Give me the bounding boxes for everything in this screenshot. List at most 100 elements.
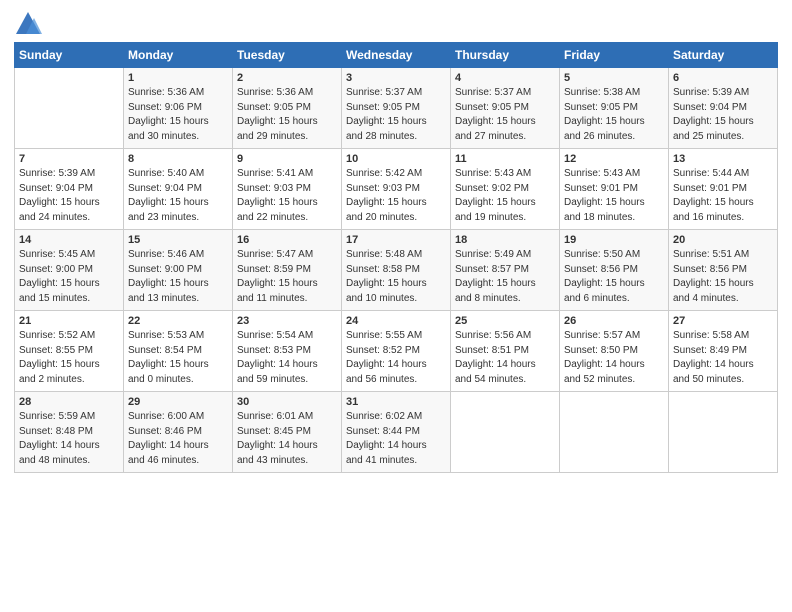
day-number: 20 [673, 234, 773, 246]
day-number: 14 [19, 234, 119, 246]
day-number: 16 [237, 234, 337, 246]
day-number: 22 [128, 315, 228, 327]
header-cell-tuesday: Tuesday [233, 43, 342, 68]
calendar-table: SundayMondayTuesdayWednesdayThursdayFrid… [14, 42, 778, 473]
day-number: 26 [564, 315, 664, 327]
day-cell [669, 392, 778, 473]
day-number: 3 [346, 72, 446, 84]
day-info: Sunrise: 5:41 AM Sunset: 9:03 PM Dayligh… [237, 167, 337, 225]
day-number: 2 [237, 72, 337, 84]
day-info: Sunrise: 5:46 AM Sunset: 9:00 PM Dayligh… [128, 248, 228, 306]
header [14, 10, 778, 38]
day-number: 19 [564, 234, 664, 246]
week-row-3: 14 Sunrise: 5:45 AM Sunset: 9:00 PM Dayli… [15, 230, 778, 311]
day-cell: 15 Sunrise: 5:46 AM Sunset: 9:00 PM Dayli… [124, 230, 233, 311]
day-info: Sunrise: 5:40 AM Sunset: 9:04 PM Dayligh… [128, 167, 228, 225]
day-info: Sunrise: 6:02 AM Sunset: 8:44 PM Dayligh… [346, 410, 446, 468]
day-info: Sunrise: 5:58 AM Sunset: 8:49 PM Dayligh… [673, 329, 773, 387]
day-cell: 19 Sunrise: 5:50 AM Sunset: 8:56 PM Dayli… [560, 230, 669, 311]
day-info: Sunrise: 5:49 AM Sunset: 8:57 PM Dayligh… [455, 248, 555, 306]
day-number: 6 [673, 72, 773, 84]
day-info: Sunrise: 5:55 AM Sunset: 8:52 PM Dayligh… [346, 329, 446, 387]
week-row-2: 7Sunrise: 5:39 AM Sunset: 9:04 PM Daylig… [15, 149, 778, 230]
day-info: Sunrise: 5:53 AM Sunset: 8:54 PM Dayligh… [128, 329, 228, 387]
week-row-5: 28Sunrise: 5:59 AM Sunset: 8:48 PM Dayli… [15, 392, 778, 473]
day-cell: 31 Sunrise: 6:02 AM Sunset: 8:44 PM Dayli… [342, 392, 451, 473]
header-row: SundayMondayTuesdayWednesdayThursdayFrid… [15, 43, 778, 68]
day-number: 29 [128, 396, 228, 408]
day-number: 1 [128, 72, 228, 84]
day-info: Sunrise: 5:37 AM Sunset: 9:05 PM Dayligh… [346, 86, 446, 144]
day-cell: 28Sunrise: 5:59 AM Sunset: 8:48 PM Dayli… [15, 392, 124, 473]
day-cell: 23 Sunrise: 5:54 AM Sunset: 8:53 PM Dayli… [233, 311, 342, 392]
day-number: 24 [346, 315, 446, 327]
day-cell: 10Sunrise: 5:42 AM Sunset: 9:03 PM Dayli… [342, 149, 451, 230]
day-cell: 6Sunrise: 5:39 AM Sunset: 9:04 PM Daylig… [669, 68, 778, 149]
day-cell: 13Sunrise: 5:44 AM Sunset: 9:01 PM Dayli… [669, 149, 778, 230]
day-info: Sunrise: 5:36 AM Sunset: 9:06 PM Dayligh… [128, 86, 228, 144]
day-number: 8 [128, 153, 228, 165]
day-info: Sunrise: 5:51 AM Sunset: 8:56 PM Dayligh… [673, 248, 773, 306]
calendar-page: SundayMondayTuesdayWednesdayThursdayFrid… [0, 0, 792, 612]
day-number: 4 [455, 72, 555, 84]
header-cell-wednesday: Wednesday [342, 43, 451, 68]
header-cell-monday: Monday [124, 43, 233, 68]
day-cell: 5Sunrise: 5:38 AM Sunset: 9:05 PM Daylig… [560, 68, 669, 149]
day-cell: 8 Sunrise: 5:40 AM Sunset: 9:04 PM Daylig… [124, 149, 233, 230]
day-info: Sunrise: 5:45 AM Sunset: 9:00 PM Dayligh… [19, 248, 119, 306]
day-info: Sunrise: 5:47 AM Sunset: 8:59 PM Dayligh… [237, 248, 337, 306]
logo [14, 10, 44, 38]
day-info: Sunrise: 5:36 AM Sunset: 9:05 PM Dayligh… [237, 86, 337, 144]
day-number: 23 [237, 315, 337, 327]
day-number: 12 [564, 153, 664, 165]
day-cell: 17 Sunrise: 5:48 AM Sunset: 8:58 PM Dayli… [342, 230, 451, 311]
day-cell: 7Sunrise: 5:39 AM Sunset: 9:04 PM Daylig… [15, 149, 124, 230]
day-cell: 12 Sunrise: 5:43 AM Sunset: 9:01 PM Dayli… [560, 149, 669, 230]
day-cell: 20 Sunrise: 5:51 AM Sunset: 8:56 PM Dayli… [669, 230, 778, 311]
day-info: Sunrise: 5:44 AM Sunset: 9:01 PM Dayligh… [673, 167, 773, 225]
day-info: Sunrise: 5:43 AM Sunset: 9:02 PM Dayligh… [455, 167, 555, 225]
day-number: 21 [19, 315, 119, 327]
logo-icon [14, 10, 42, 38]
day-info: Sunrise: 5:43 AM Sunset: 9:01 PM Dayligh… [564, 167, 664, 225]
day-cell: 18 Sunrise: 5:49 AM Sunset: 8:57 PM Dayli… [451, 230, 560, 311]
day-cell: 3 Sunrise: 5:37 AM Sunset: 9:05 PM Daylig… [342, 68, 451, 149]
day-cell: 14 Sunrise: 5:45 AM Sunset: 9:00 PM Dayli… [15, 230, 124, 311]
day-info: Sunrise: 5:52 AM Sunset: 8:55 PM Dayligh… [19, 329, 119, 387]
day-number: 17 [346, 234, 446, 246]
day-cell: 30 Sunrise: 6:01 AM Sunset: 8:45 PM Dayli… [233, 392, 342, 473]
day-cell: 1 Sunrise: 5:36 AM Sunset: 9:06 PM Daylig… [124, 68, 233, 149]
day-number: 11 [455, 153, 555, 165]
day-info: Sunrise: 5:39 AM Sunset: 9:04 PM Dayligh… [19, 167, 119, 225]
day-info: Sunrise: 5:42 AM Sunset: 9:03 PM Dayligh… [346, 167, 446, 225]
day-number: 9 [237, 153, 337, 165]
day-cell: 4 Sunrise: 5:37 AM Sunset: 9:05 PM Daylig… [451, 68, 560, 149]
day-cell: 25Sunrise: 5:56 AM Sunset: 8:51 PM Dayli… [451, 311, 560, 392]
day-number: 27 [673, 315, 773, 327]
day-info: Sunrise: 5:56 AM Sunset: 8:51 PM Dayligh… [455, 329, 555, 387]
day-info: Sunrise: 6:00 AM Sunset: 8:46 PM Dayligh… [128, 410, 228, 468]
day-number: 5 [564, 72, 664, 84]
day-cell: 16 Sunrise: 5:47 AM Sunset: 8:59 PM Dayli… [233, 230, 342, 311]
day-info: Sunrise: 6:01 AM Sunset: 8:45 PM Dayligh… [237, 410, 337, 468]
day-number: 31 [346, 396, 446, 408]
week-row-1: 1 Sunrise: 5:36 AM Sunset: 9:06 PM Daylig… [15, 68, 778, 149]
day-info: Sunrise: 5:48 AM Sunset: 8:58 PM Dayligh… [346, 248, 446, 306]
header-cell-saturday: Saturday [669, 43, 778, 68]
day-cell: 22 Sunrise: 5:53 AM Sunset: 8:54 PM Dayli… [124, 311, 233, 392]
day-info: Sunrise: 5:54 AM Sunset: 8:53 PM Dayligh… [237, 329, 337, 387]
day-number: 30 [237, 396, 337, 408]
day-cell: 2 Sunrise: 5:36 AM Sunset: 9:05 PM Daylig… [233, 68, 342, 149]
day-number: 18 [455, 234, 555, 246]
header-cell-friday: Friday [560, 43, 669, 68]
day-info: Sunrise: 5:37 AM Sunset: 9:05 PM Dayligh… [455, 86, 555, 144]
day-number: 28 [19, 396, 119, 408]
day-cell: 26Sunrise: 5:57 AM Sunset: 8:50 PM Dayli… [560, 311, 669, 392]
day-cell [15, 68, 124, 149]
day-number: 15 [128, 234, 228, 246]
day-cell: 11 Sunrise: 5:43 AM Sunset: 9:02 PM Dayli… [451, 149, 560, 230]
day-cell: 9 Sunrise: 5:41 AM Sunset: 9:03 PM Daylig… [233, 149, 342, 230]
day-cell: 21 Sunrise: 5:52 AM Sunset: 8:55 PM Dayli… [15, 311, 124, 392]
day-info: Sunrise: 5:50 AM Sunset: 8:56 PM Dayligh… [564, 248, 664, 306]
day-cell [560, 392, 669, 473]
